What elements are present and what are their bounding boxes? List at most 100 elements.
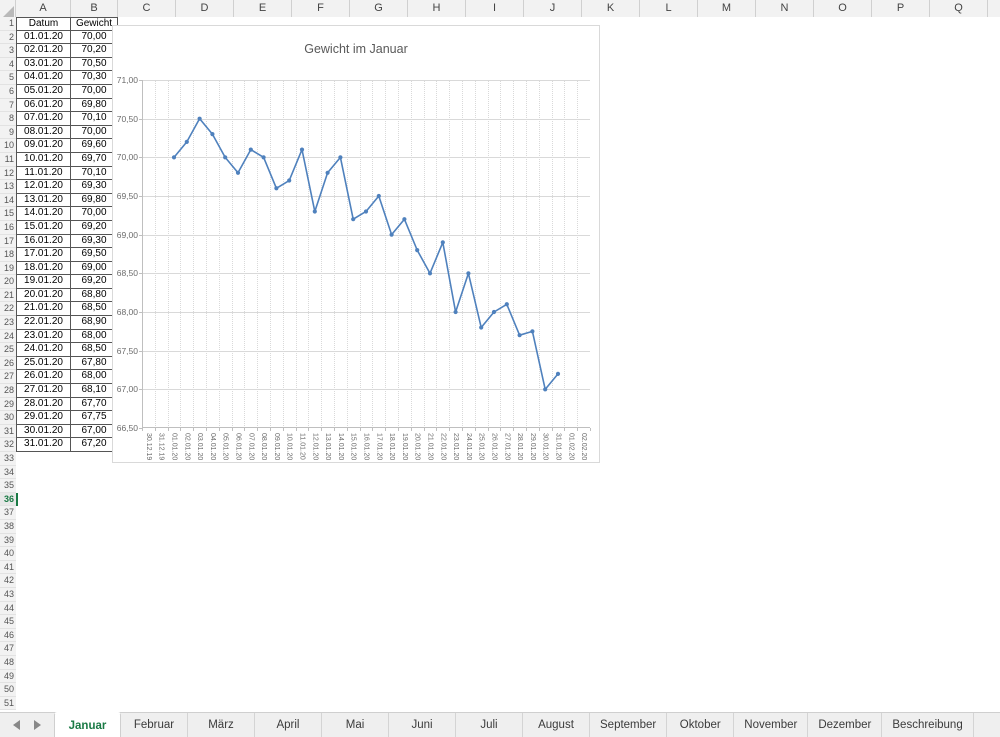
cell-gewicht[interactable]: 70,10 [71, 166, 118, 181]
cell-gewicht[interactable]: 69,60 [71, 139, 118, 153]
cell-datum[interactable]: 15.01.20 [16, 220, 71, 235]
row-header-27[interactable]: 27 [0, 370, 16, 385]
column-header-q[interactable]: Q [930, 0, 988, 17]
table-row[interactable]: 16.01.20 69,30 [16, 234, 118, 249]
row-header-1[interactable]: 1 [0, 17, 16, 31]
row-header-46[interactable]: 46 [0, 628, 16, 643]
cell-gewicht[interactable]: 69,80 [71, 193, 118, 208]
column-header-l[interactable]: L [640, 0, 698, 17]
row-header-22[interactable]: 22 [0, 302, 16, 317]
table-row[interactable]: 22.01.20 68,90 [16, 316, 118, 330]
cell-datum[interactable]: 11.01.20 [16, 166, 71, 181]
table-row[interactable]: 18.01.20 69,00 [16, 261, 118, 276]
cell-gewicht[interactable]: 70,00 [71, 125, 118, 140]
table-row[interactable]: 23.01.20 68,00 [16, 329, 118, 344]
cell-datum[interactable]: 28.01.20 [16, 397, 71, 412]
cell-gewicht[interactable]: 70,00 [71, 84, 118, 99]
column-header-n[interactable]: N [756, 0, 814, 17]
table-row[interactable]: 08.01.20 70,00 [16, 125, 118, 140]
cell-gewicht[interactable]: 69,30 [71, 180, 118, 194]
table-row[interactable]: 06.01.20 69,80 [16, 98, 118, 113]
cell-gewicht[interactable]: 70,00 [71, 30, 118, 45]
cell-datum[interactable]: 04.01.20 [16, 71, 71, 85]
cell-datum[interactable]: 10.01.20 [16, 152, 71, 167]
sheet-tab-april[interactable]: April [255, 713, 322, 737]
row-header-7[interactable]: 7 [0, 98, 16, 113]
sheet-tab-juli[interactable]: Juli [456, 713, 523, 737]
table-row[interactable]: 03.01.20 70,50 [16, 57, 118, 72]
sheet-tab-juni[interactable]: Juni [389, 713, 456, 737]
row-header-29[interactable]: 29 [0, 397, 16, 412]
sheet-tab-dezember[interactable]: Dezember [808, 713, 883, 737]
column-header-r[interactable]: R [988, 0, 1000, 17]
cell-gewicht[interactable]: 68,80 [71, 288, 118, 303]
row-header-2[interactable]: 2 [0, 30, 16, 45]
column-header-a[interactable]: A [16, 0, 71, 17]
row-header-15[interactable]: 15 [0, 207, 16, 221]
row-header-5[interactable]: 5 [0, 71, 16, 85]
cell-datum[interactable]: 05.01.20 [16, 84, 71, 99]
cell-gewicht[interactable]: 70,00 [71, 207, 118, 221]
cell-gewicht[interactable]: 70,50 [71, 57, 118, 72]
row-header-26[interactable]: 26 [0, 356, 16, 371]
row-header-11[interactable]: 11 [0, 152, 16, 167]
sheet-tab-märz[interactable]: März [188, 713, 255, 737]
row-header-45[interactable]: 45 [0, 615, 16, 629]
table-row[interactable]: 21.01.20 68,50 [16, 302, 118, 317]
sheet-tab-beschreibung[interactable]: Beschreibung [882, 713, 974, 737]
cell-datum[interactable]: 22.01.20 [16, 316, 71, 330]
column-header-g[interactable]: G [350, 0, 408, 17]
table-row[interactable]: 11.01.20 70,10 [16, 166, 118, 181]
cell-datum[interactable]: 21.01.20 [16, 302, 71, 317]
row-header-41[interactable]: 41 [0, 560, 16, 575]
cell-gewicht[interactable]: 69,20 [71, 275, 118, 289]
row-header-44[interactable]: 44 [0, 601, 16, 616]
cell-datum[interactable]: 01.01.20 [16, 30, 71, 45]
cell-datum[interactable]: 02.01.20 [16, 44, 71, 58]
cell-datum[interactable]: 24.01.20 [16, 343, 71, 357]
cell-gewicht[interactable]: 68,50 [71, 343, 118, 357]
table-row[interactable]: 04.01.20 70,30 [16, 71, 118, 85]
sheet-tab-februar[interactable]: Februar [121, 713, 188, 737]
cell-datum[interactable]: 30.01.20 [16, 424, 71, 439]
cell-gewicht[interactable]: 67,20 [71, 438, 118, 452]
row-header-25[interactable]: 25 [0, 343, 16, 357]
row-header-38[interactable]: 38 [0, 519, 16, 534]
cell-gewicht[interactable]: 68,00 [71, 329, 118, 344]
table-row[interactable]: 09.01.20 69,60 [16, 139, 118, 153]
table-row[interactable]: 17.01.20 69,50 [16, 248, 118, 262]
row-header-32[interactable]: 32 [0, 438, 16, 452]
cell-datum[interactable]: 16.01.20 [16, 234, 71, 249]
row-header-10[interactable]: 10 [0, 139, 16, 153]
cell-datum[interactable]: 18.01.20 [16, 261, 71, 276]
column-header-e[interactable]: E [234, 0, 292, 17]
table-row[interactable]: 28.01.20 67,70 [16, 397, 118, 412]
column-header-h[interactable]: H [408, 0, 466, 17]
cell-gewicht[interactable]: 67,70 [71, 397, 118, 412]
cell-datum[interactable]: 07.01.20 [16, 112, 71, 126]
row-header-3[interactable]: 3 [0, 44, 16, 58]
cell-datum[interactable]: 06.01.20 [16, 98, 71, 113]
column-label-datum[interactable]: Datum [16, 17, 71, 31]
cell-datum[interactable]: 17.01.20 [16, 248, 71, 262]
cell-datum[interactable]: 09.01.20 [16, 139, 71, 153]
row-header-17[interactable]: 17 [0, 234, 16, 249]
chart-object[interactable]: Gewicht im Januar 66,50 67,00 67,50 68,00 68… [112, 25, 600, 463]
column-header-m[interactable]: M [698, 0, 756, 17]
column-header-o[interactable]: O [814, 0, 872, 17]
row-header-19[interactable]: 19 [0, 261, 16, 276]
table-row[interactable]: 15.01.20 69,20 [16, 220, 118, 235]
table-row[interactable]: 07.01.20 70,10 [16, 112, 118, 126]
table-row[interactable]: 29.01.20 67,75 [16, 411, 118, 425]
row-header-23[interactable]: 23 [0, 316, 16, 330]
row-header-9[interactable]: 9 [0, 125, 16, 140]
table-row[interactable]: Datum Gewicht [16, 17, 118, 31]
table-row[interactable]: 24.01.20 68,50 [16, 343, 118, 357]
row-header-12[interactable]: 12 [0, 166, 16, 181]
cell-gewicht[interactable]: 67,75 [71, 411, 118, 425]
row-header-21[interactable]: 21 [0, 288, 16, 303]
row-header-18[interactable]: 18 [0, 248, 16, 262]
column-header-j[interactable]: J [524, 0, 582, 17]
row-header-20[interactable]: 20 [0, 275, 16, 289]
cell-datum[interactable]: 27.01.20 [16, 384, 71, 398]
